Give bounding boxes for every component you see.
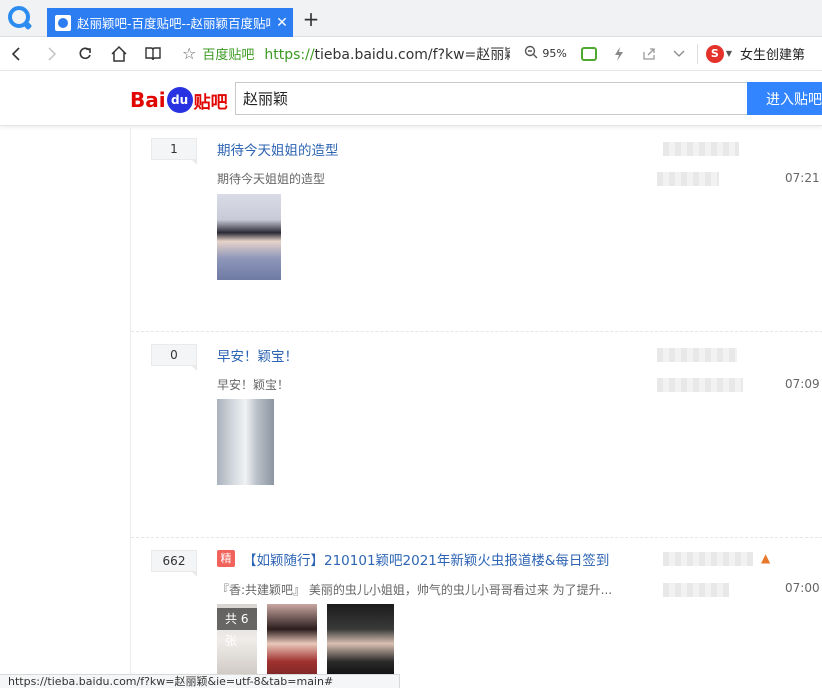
reply-count: 662 [151,550,197,577]
divider [131,537,822,538]
tab-active[interactable]: 赵丽颖吧-百度贴吧--赵丽颖百度贴吧 ✕ [47,8,293,37]
reload-icon[interactable] [68,39,102,69]
forward-icon[interactable] [34,39,68,69]
post-time: 07:00 [785,581,820,595]
thread-image[interactable]: 共 6 张 [217,604,257,676]
enter-forum-button[interactable]: 进入贴吧 [747,82,822,115]
toolbar-divider [696,43,698,64]
post-time: 07:21 [785,171,820,185]
logo-bai: Bai [130,88,166,112]
flash-icon[interactable] [611,46,627,62]
tab-title: 赵丽颖吧-百度贴吧--赵丽颖百度贴吧 [77,16,271,31]
author-name[interactable] [663,142,739,156]
thread-title[interactable]: 期待今天姐姐的造型 [217,139,339,159]
url-field[interactable]: https://tieba.baidu.com/f?kw=赵丽颖 [264,44,510,64]
thread-title[interactable]: 【如颖随行】210101颖吧2021年新颖火虫报道楼&每日签到 [243,549,609,569]
zoom-icon[interactable] [524,45,538,63]
chevron-down-icon[interactable] [671,46,687,62]
reader-mode-icon[interactable] [580,46,597,61]
last-reply-author[interactable] [663,583,729,597]
search-engine-dropdown-icon[interactable]: ▼ [726,49,732,58]
thread-image[interactable] [327,604,394,676]
logo-paw-icon: du [166,87,193,113]
url-protocol: https:// [264,46,315,63]
author-name[interactable] [657,348,737,362]
new-tab-button[interactable]: + [300,8,322,32]
post-time: 07:09 [785,377,820,391]
featured-badge: 精 [217,550,235,567]
divider [131,331,822,332]
thread-image[interactable] [267,604,317,676]
reading-list-icon[interactable] [136,39,170,69]
bookmark-star-icon[interactable]: ☆ [182,44,196,63]
tieba-header: Baidu贴吧 进入贴吧 [0,72,822,126]
home-icon[interactable] [102,39,136,69]
url-path: tieba.baidu.com/f?kw=赵丽颖 [314,46,511,63]
thread-image[interactable] [217,399,274,485]
search-input[interactable] [235,82,747,115]
last-reply-author[interactable] [657,378,743,392]
author-name[interactable] [663,552,753,566]
thread-abstract: 『香:共建颖吧』 美丽的虫儿小姐姐，帅气的虫儿小哥哥看过来 为了提升... [217,583,613,597]
sogou-search-icon[interactable]: S [705,44,724,63]
address-toolbar: ☆ 百度贴吧 https://tieba.baidu.com/f?kw=赵丽颖 … [0,37,822,71]
reply-count: 0 [151,344,197,371]
logo-tieba: 贴吧 [193,92,228,113]
thread-title[interactable]: 早安！颖宝！ [217,345,298,365]
reply-count: 1 [151,138,197,165]
thread-image[interactable] [217,194,281,280]
back-icon[interactable] [0,39,34,69]
hot-icon: ▲ [761,551,771,565]
zoom-level[interactable]: 95% [542,47,566,60]
thread-list: 1 期待今天姐姐的造型 期待今天姐姐的造型 07:21 0 早安！颖宝！ 早安！… [130,127,822,677]
baidu-tieba-logo[interactable]: Bai du 贴吧 [130,84,228,116]
status-bar-url: https://tieba.baidu.com/f?kw=赵丽颖&ie=utf-… [0,674,400,688]
share-icon[interactable] [641,46,657,62]
tab-close-icon[interactable]: ✕ [271,15,293,31]
thread-abstract: 期待今天姐姐的造型 [217,172,326,186]
site-name: 百度贴吧 [202,48,255,63]
last-reply-author[interactable] [657,172,719,186]
tab-bar: 赵丽颖吧-百度贴吧--赵丽颖百度贴吧 ✕ + [0,0,822,37]
news-ticker[interactable]: 女生创建第 [740,44,805,63]
tieba-favicon-icon [55,14,71,31]
image-count: 共 6 张 [217,608,257,648]
browser-logo-icon[interactable] [8,6,30,28]
thread-abstract: 早安！颖宝！ [217,378,290,392]
